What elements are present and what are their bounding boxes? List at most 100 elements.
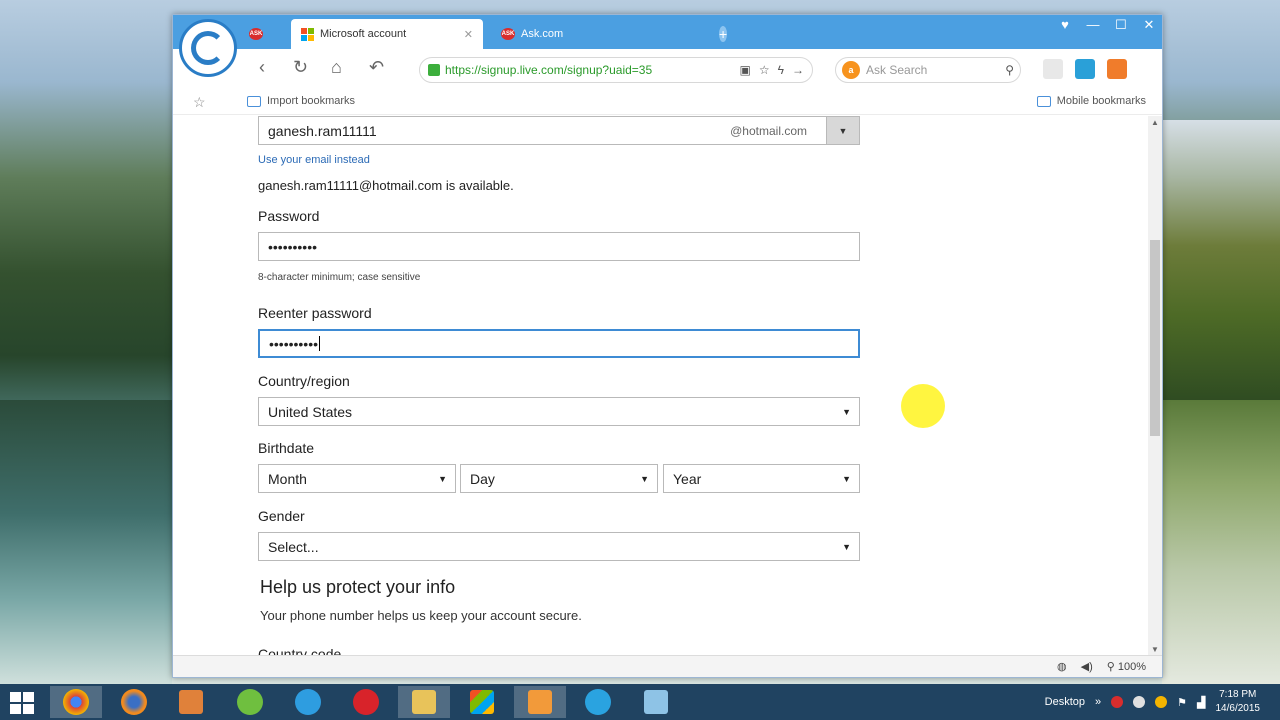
browser-toolbar: ‹ ↻ ⌂ ↶ https://signup.live.com/signup?u… xyxy=(173,49,1162,89)
windows-start-icon[interactable] xyxy=(10,692,34,714)
page-scrollbar[interactable]: ▲ ▼ xyxy=(1148,116,1162,656)
secure-lock-icon xyxy=(428,64,440,76)
bookmark-star-icon[interactable]: ☆ xyxy=(759,63,770,77)
reenter-password-field[interactable]: •••••••••• xyxy=(258,329,860,358)
country-label: Country/region xyxy=(258,373,350,389)
gender-value: Select... xyxy=(268,538,319,555)
chevron-down-icon: ▼ xyxy=(640,473,649,484)
apps-grid-icon xyxy=(470,690,494,714)
ask-tray-icon[interactable] xyxy=(1111,696,1124,708)
reader-icon[interactable]: ▣ xyxy=(740,63,751,77)
taskbar-chrome[interactable] xyxy=(50,686,102,718)
globe-icon[interactable]: ◍ xyxy=(1057,660,1067,673)
reenter-password-label: Reenter password xyxy=(258,305,372,321)
browser-statusbar: ◍ ◀) ⚲ 100% xyxy=(173,655,1162,677)
taskbar-camera[interactable] xyxy=(572,686,624,718)
flag-icon[interactable]: ⚑ xyxy=(1177,696,1187,709)
tab-ask-blank[interactable]: ASK xyxy=(239,19,289,49)
tab-microsoft-account[interactable]: Microsoft account ✕ xyxy=(291,19,483,49)
taskbar-media-player[interactable] xyxy=(165,686,217,718)
chevron-down-icon: ▼ xyxy=(842,541,851,552)
taskbar-internet-explorer[interactable] xyxy=(282,686,334,718)
taskbar-opera[interactable] xyxy=(340,686,392,718)
zoom-level: 100% xyxy=(1117,661,1146,673)
scroll-up-icon[interactable]: ▲ xyxy=(1151,118,1159,127)
password-label: Password xyxy=(258,208,320,224)
taskbar-uc-browser[interactable] xyxy=(514,686,566,718)
opera-icon xyxy=(353,689,379,715)
extension-icon[interactable] xyxy=(1107,59,1127,79)
lightning-icon[interactable]: ϟ xyxy=(778,63,784,77)
taskbar-utorrent[interactable] xyxy=(224,686,276,718)
country-value: United States xyxy=(268,403,353,420)
apps-icon[interactable] xyxy=(1043,59,1063,79)
skin-icon[interactable]: ♥ xyxy=(1058,17,1072,33)
network-icon[interactable]: ▟ xyxy=(1197,696,1205,709)
use-email-link[interactable]: Use your email instead xyxy=(258,154,370,166)
reload-icon[interactable]: ↻ xyxy=(293,57,308,78)
search-icon[interactable]: ⚲ xyxy=(1005,63,1014,77)
chrome-tray-icon[interactable] xyxy=(1155,696,1168,708)
microsoft-logo-icon xyxy=(301,27,314,41)
day-select[interactable]: Day ▼ xyxy=(460,464,658,493)
taskbar-firefox[interactable] xyxy=(108,686,160,718)
extension-icon[interactable] xyxy=(1075,59,1095,79)
uc-browser-logo[interactable] xyxy=(179,19,237,77)
extension-icons xyxy=(1043,59,1127,79)
username-field[interactable]: ganesh.ram11111 @hotmail.com ▼ xyxy=(258,116,860,145)
availability-message: ganesh.ram11111@hotmail.com is available… xyxy=(258,178,514,193)
chevron-down-icon: ▼ xyxy=(438,473,447,484)
browser-window: ASK Microsoft account ✕ ASK Ask.com + ♥ … xyxy=(172,14,1163,678)
window-controls: ♥ — ☐ ✕ xyxy=(1058,17,1156,33)
folder-icon xyxy=(412,690,436,714)
desktop-toolbar-label[interactable]: Desktop xyxy=(1045,696,1085,708)
wallpaper-hill-right xyxy=(1162,120,1280,400)
expand-icon[interactable]: » xyxy=(1095,696,1101,708)
tab-close-icon[interactable]: ✕ xyxy=(464,28,473,41)
ask-icon: ASK xyxy=(501,28,515,40)
protect-info-text: Your phone number helps us keep your acc… xyxy=(260,608,582,623)
tab-label: Microsoft account xyxy=(320,28,407,40)
home-icon[interactable]: ⌂ xyxy=(331,57,342,78)
url-text: https://signup.live.com/signup?uaid=35 xyxy=(445,63,653,77)
camera-icon xyxy=(585,689,611,715)
zoom-control[interactable]: ⚲ 100% xyxy=(1107,660,1146,673)
domain-dropdown-button[interactable]: ▼ xyxy=(826,117,859,144)
ask-search-icon: a xyxy=(842,61,860,79)
country-select[interactable]: United States ▼ xyxy=(258,397,860,426)
windows-taskbar: Desktop » ⚑ ▟ 7:18 PM 14/6/2015 xyxy=(0,684,1280,720)
close-icon[interactable]: ✕ xyxy=(1142,17,1156,33)
search-box[interactable]: a Ask Search ⚲ xyxy=(835,57,1021,83)
undo-icon[interactable]: ↶ xyxy=(369,57,384,78)
utorrent-icon xyxy=(237,689,263,715)
import-bookmarks-link[interactable]: Import bookmarks xyxy=(247,95,355,107)
import-icon xyxy=(247,95,261,107)
minimize-icon[interactable]: — xyxy=(1086,17,1100,33)
chrome-icon xyxy=(63,689,89,715)
clock[interactable]: 7:18 PM 14/6/2015 xyxy=(1216,688,1261,716)
password-field[interactable]: •••••••••• xyxy=(258,232,860,261)
maximize-icon[interactable]: ☐ xyxy=(1114,17,1128,33)
protect-info-heading: Help us protect your info xyxy=(260,577,456,597)
cloud-icon xyxy=(1036,95,1051,107)
volume-icon[interactable]: ◀) xyxy=(1081,660,1093,673)
new-tab-button[interactable]: + xyxy=(709,19,733,49)
gender-select[interactable]: Select... ▼ xyxy=(258,532,860,561)
address-bar[interactable]: https://signup.live.com/signup?uaid=35 ▣… xyxy=(419,57,813,83)
tab-ask[interactable]: ASK Ask.com xyxy=(491,19,671,49)
taskbar-store[interactable] xyxy=(456,686,508,718)
username-domain: @hotmail.com xyxy=(730,123,807,138)
scroll-thumb[interactable] xyxy=(1150,240,1160,436)
back-icon[interactable]: ‹ xyxy=(259,57,265,78)
month-select[interactable]: Month ▼ xyxy=(258,464,456,493)
go-arrow-icon[interactable]: → xyxy=(792,63,804,77)
device-tray-icon[interactable] xyxy=(1133,696,1146,708)
taskbar-notepad[interactable] xyxy=(630,686,682,718)
scroll-down-icon[interactable]: ▼ xyxy=(1151,645,1159,654)
firefox-icon xyxy=(121,689,147,715)
mobile-bookmarks-link[interactable]: Mobile bookmarks xyxy=(1036,95,1146,107)
star-icon[interactable]: ☆ xyxy=(193,94,206,111)
browser-titlebar: ASK Microsoft account ✕ ASK Ask.com + ♥ … xyxy=(173,15,1162,49)
taskbar-file-explorer[interactable] xyxy=(398,686,450,718)
year-select[interactable]: Year ▼ xyxy=(663,464,860,493)
